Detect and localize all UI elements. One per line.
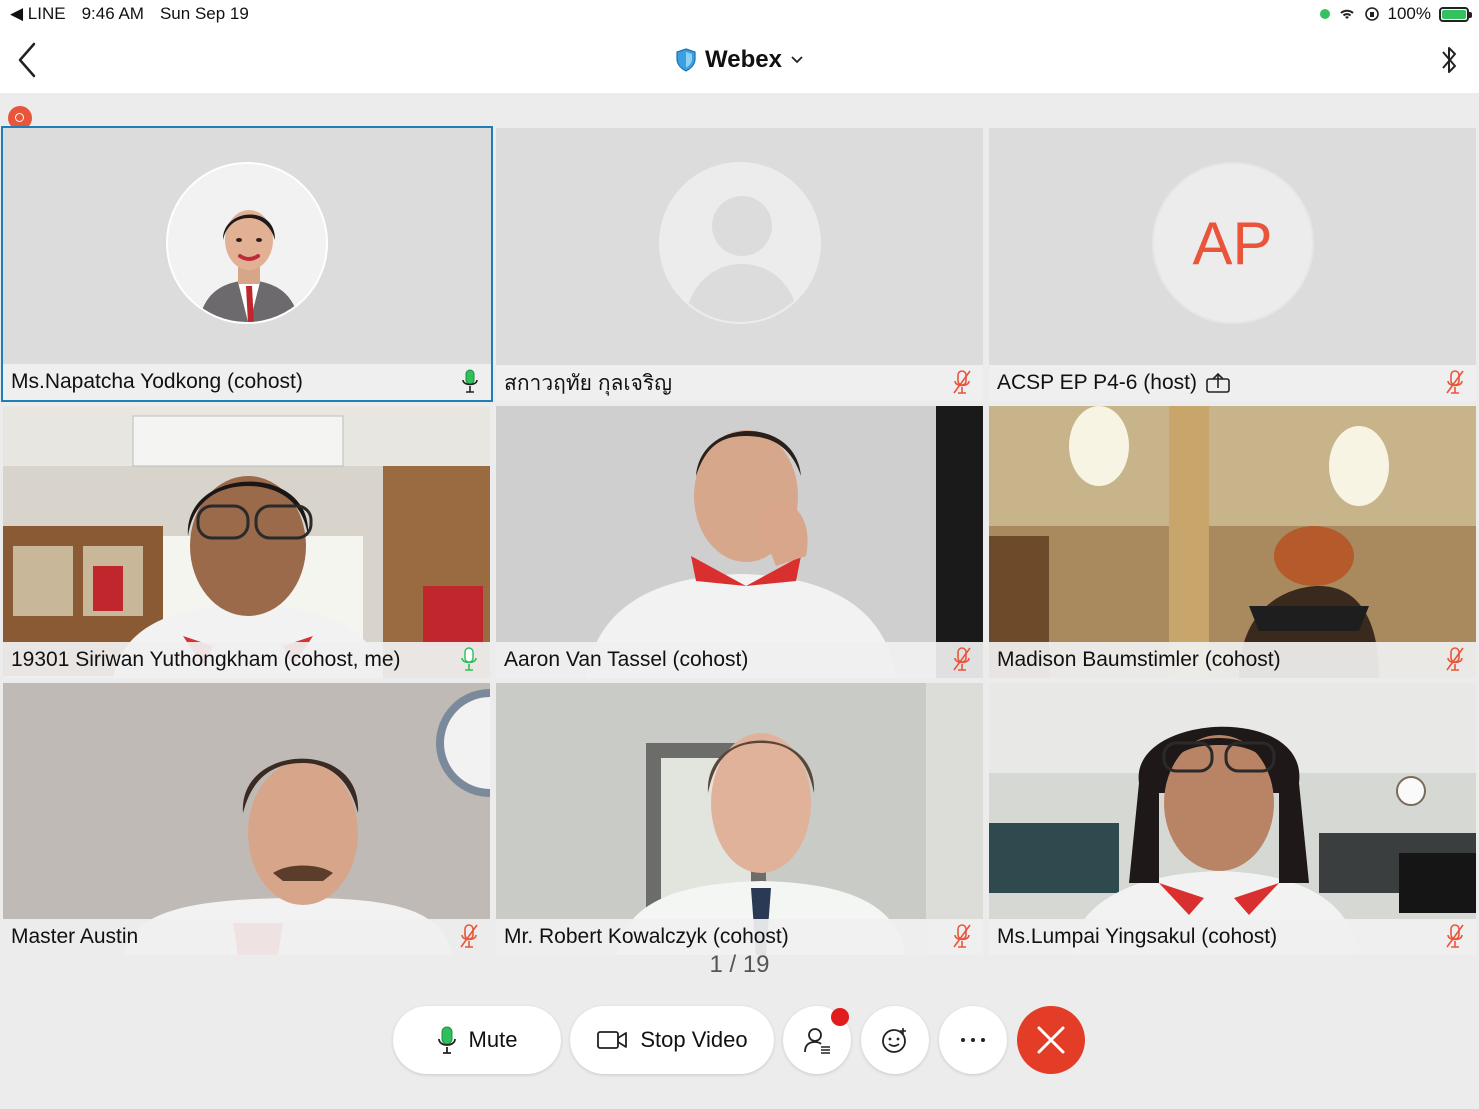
video-feed bbox=[3, 683, 490, 955]
participant-video-tile[interactable]: 19301 Siriwan Yuthongkham (cohost, me) bbox=[3, 406, 490, 678]
avatar-placeholder-icon bbox=[658, 162, 821, 324]
close-icon bbox=[1037, 1026, 1065, 1054]
mic-muted-icon bbox=[953, 647, 971, 671]
stop-video-label: Stop Video bbox=[640, 1027, 748, 1052]
mic-muted-icon bbox=[1446, 370, 1464, 394]
mic-muted-icon bbox=[1446, 924, 1464, 948]
status-date: Sun Sep 19 bbox=[159, 4, 249, 23]
status-left: ◀ LINE 9:46 AM Sun Sep 19 bbox=[10, 4, 249, 24]
participant-name: Mr. Robert Kowalczyk (cohost) bbox=[504, 925, 789, 948]
video-feed bbox=[496, 683, 983, 955]
participant-video-tile[interactable]: Master Austin bbox=[3, 683, 490, 955]
video-feed bbox=[3, 406, 490, 678]
participant-name: ACSP EP P4-6 (host) bbox=[997, 371, 1197, 394]
name-bar: Madison Baumstimler (cohost) bbox=[989, 642, 1476, 678]
video-camera-icon bbox=[597, 1031, 628, 1049]
participant-name: Ms.Lumpai Yingsakul (cohost) bbox=[997, 925, 1278, 948]
name-bar: สกาวฤทัย กุลเจริญ bbox=[496, 365, 983, 401]
mic-active-icon bbox=[462, 369, 478, 393]
video-feed bbox=[496, 406, 983, 678]
mute-button[interactable]: Mute bbox=[393, 1006, 561, 1074]
mic-muted-icon bbox=[460, 924, 478, 948]
wifi-icon bbox=[1339, 9, 1354, 19]
orientation-lock-icon bbox=[1364, 7, 1379, 21]
battery-icon bbox=[1439, 6, 1472, 22]
mic-muted-icon bbox=[1446, 647, 1464, 671]
participant-name: Master Austin bbox=[11, 925, 139, 948]
battery-percent: 100% bbox=[1387, 4, 1431, 23]
emoji-reaction-icon bbox=[882, 1028, 906, 1053]
back-to-app[interactable]: ◀ LINE bbox=[10, 4, 66, 24]
participant-video-tile[interactable]: Mr. Robert Kowalczyk (cohost) bbox=[496, 683, 983, 955]
status-bar: ◀ LINE 9:46 AM Sun Sep 19 100% bbox=[0, 0, 1479, 28]
video-feed bbox=[989, 683, 1476, 955]
status-right: 100% bbox=[1319, 4, 1472, 24]
avatar-initials: AP bbox=[1151, 162, 1314, 324]
meeting-title-menu[interactable]: Webex bbox=[0, 46, 1479, 74]
more-dots-icon bbox=[961, 1038, 985, 1042]
participant-tile[interactable]: สกาวฤทัย กุลเจริญ bbox=[496, 128, 983, 401]
participant-video-tile[interactable]: Aaron Van Tassel (cohost) bbox=[496, 406, 983, 678]
name-bar: Mr. Robert Kowalczyk (cohost) bbox=[496, 919, 983, 955]
participant-video-tile[interactable]: Madison Baumstimler (cohost) bbox=[989, 406, 1476, 678]
page-indicator: 1 / 19 bbox=[709, 951, 770, 978]
back-app-label: LINE bbox=[27, 4, 66, 23]
name-bar: Master Austin bbox=[3, 919, 490, 955]
name-bar: Ms.Napatcha Yodkong (cohost) bbox=[3, 364, 491, 400]
participant-tile[interactable]: AP ACSP EP P4-6 (host) bbox=[989, 128, 1476, 401]
participant-name: สกาวฤทัย กุลเจริญ bbox=[504, 371, 673, 395]
participant-name: 19301 Siriwan Yuthongkham (cohost, me) bbox=[11, 648, 401, 671]
reactions-button[interactable] bbox=[861, 1006, 929, 1074]
participant-name: Ms.Napatcha Yodkong (cohost) bbox=[11, 370, 303, 393]
name-bar: Ms.Lumpai Yingsakul (cohost) bbox=[989, 919, 1476, 955]
status-time: 9:46 AM bbox=[81, 4, 144, 23]
video-feed bbox=[989, 406, 1476, 678]
camera-in-use-icon bbox=[1319, 9, 1330, 19]
mic-active-icon bbox=[461, 647, 477, 671]
top-bar: ◀ LINE 9:46 AM Sun Sep 19 100% Webex bbox=[0, 0, 1479, 93]
participants-icon bbox=[804, 1028, 830, 1054]
participant-name: Madison Baumstimler (cohost) bbox=[997, 648, 1281, 671]
stop-video-button[interactable]: Stop Video bbox=[570, 1006, 774, 1074]
end-call-button[interactable] bbox=[1017, 1006, 1085, 1074]
participant-photo bbox=[166, 162, 328, 324]
name-bar: ACSP EP P4-6 (host) bbox=[989, 365, 1476, 401]
chevron-down-icon bbox=[791, 56, 803, 64]
shield-icon bbox=[676, 48, 696, 72]
share-screen-icon bbox=[1206, 372, 1230, 393]
microphone-icon bbox=[437, 1026, 456, 1054]
header: Webex bbox=[0, 30, 1479, 92]
mic-muted-icon bbox=[953, 924, 971, 948]
participant-name: Aaron Van Tassel (cohost) bbox=[504, 648, 749, 671]
more-options-button[interactable] bbox=[939, 1006, 1007, 1074]
bluetooth-icon[interactable] bbox=[1435, 42, 1463, 78]
name-bar: Aaron Van Tassel (cohost) bbox=[496, 642, 983, 678]
mute-label: Mute bbox=[468, 1027, 518, 1052]
participant-tile[interactable]: Ms.Napatcha Yodkong (cohost) bbox=[1, 126, 493, 402]
app-title: Webex bbox=[705, 46, 782, 73]
participant-video-tile[interactable]: Ms.Lumpai Yingsakul (cohost) bbox=[989, 683, 1476, 955]
name-bar: 19301 Siriwan Yuthongkham (cohost, me) bbox=[3, 642, 490, 678]
mic-muted-icon bbox=[953, 370, 971, 394]
notification-badge bbox=[831, 1008, 849, 1026]
